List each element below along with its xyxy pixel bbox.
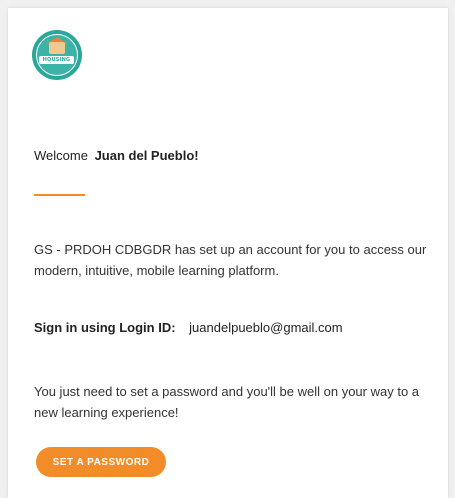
logo-house-shape	[49, 42, 65, 54]
welcome-line: Welcome Juan del Pueblo!	[34, 148, 199, 164]
logo-text: HOUSING	[42, 57, 71, 63]
housing-logo-icon: HOUSING	[32, 30, 82, 80]
recipient-name: Juan del Pueblo!	[94, 148, 199, 163]
email-card: HOUSING Welcome Juan del Pueblo! GS - PR…	[8, 8, 448, 498]
outro-paragraph: You just need to set a password and you'…	[34, 384, 420, 420]
accent-divider	[34, 194, 85, 196]
welcome-prefix: Welcome	[34, 148, 88, 163]
intro-paragraph: GS - PRDOH CDBGDR has set up an account …	[34, 242, 427, 278]
logo-badge: HOUSING	[36, 34, 78, 76]
login-label: Sign in using Login ID:	[34, 320, 176, 335]
login-line: Sign in using Login ID: juandelpueblo@gm…	[34, 319, 343, 337]
set-password-button[interactable]: SET A PASSWORD	[36, 447, 166, 477]
email-page: HOUSING Welcome Juan del Pueblo! GS - PR…	[0, 0, 455, 498]
login-id-link[interactable]: juandelpueblo@gmail.com	[189, 320, 342, 335]
